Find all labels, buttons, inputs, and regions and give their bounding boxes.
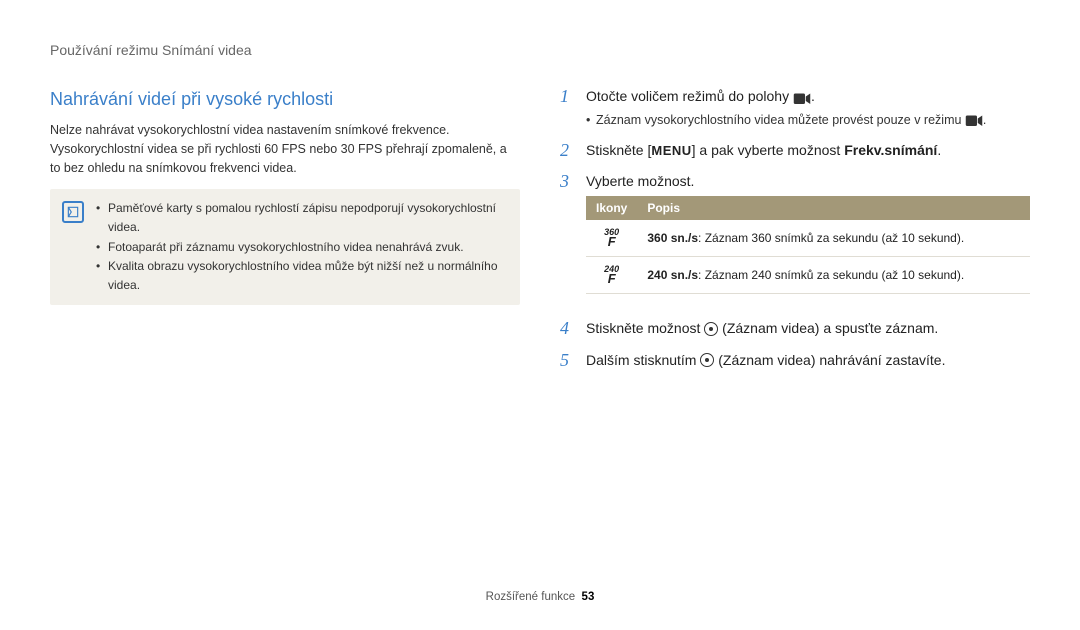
step-text: ] a pak vyberte možnost — [692, 142, 845, 158]
info-list: Paměťové karty s pomalou rychlostí zápis… — [96, 199, 508, 295]
table-cell-desc: 240 sn./s: Záznam 240 snímků za sekundu … — [637, 257, 1030, 294]
section-title: Nahrávání videí při vysoké rychlosti — [50, 86, 520, 113]
note-icon — [62, 201, 84, 223]
table-header-desc: Popis — [637, 196, 1030, 220]
info-item: Paměťové karty s pomalou rychlostí zápis… — [96, 199, 508, 237]
table-cell-desc: 360 sn./s: Záznam 360 snímků za sekundu … — [637, 220, 1030, 257]
step-sub-text: . — [983, 113, 986, 127]
left-column: Nahrávání videí při vysoké rychlosti Nel… — [50, 86, 520, 382]
table-row: 360 F 360 sn./s: Záznam 360 snímků za se… — [586, 220, 1030, 257]
video-mode-icon — [793, 90, 811, 104]
step-number: 1 — [560, 86, 576, 108]
footer-page-number: 53 — [582, 591, 595, 603]
step-body: Stiskněte možnost (Záznam videa) a spusť… — [586, 318, 1030, 339]
fps-icon-360: 360 F — [586, 220, 637, 257]
record-button-icon — [704, 322, 718, 336]
table-row: 240 F 240 sn./s: Záznam 240 snímků za se… — [586, 257, 1030, 294]
step-text: Otočte voličem režimů do polohy — [586, 88, 793, 104]
page-header: Používání režimu Snímání videa — [50, 40, 1030, 61]
step-text: Vyberte možnost. — [586, 173, 694, 189]
info-item: Fotoaparát při záznamu vysokorychlostníh… — [96, 238, 508, 257]
step-number: 4 — [560, 318, 576, 340]
intro-paragraph: Nelze nahrávat vysokorychlostní videa na… — [50, 121, 520, 177]
step-4: 4 Stiskněte možnost (Záznam videa) a spu… — [560, 318, 1030, 340]
info-item: Kvalita obrazu vysokorychlostního videa … — [96, 257, 508, 295]
step-sub-text: Záznam vysokorychlostního videa můžete p… — [596, 113, 965, 127]
step-text: . — [811, 88, 815, 104]
step-text: (Záznam videa) nahrávání zastavíte. — [718, 352, 945, 368]
two-column-layout: Nahrávání videí při vysoké rychlosti Nel… — [50, 86, 1030, 382]
step-text: Dalším stisknutím — [586, 352, 700, 368]
step-3: 3 Vyberte možnost. Ikony Popis — [560, 171, 1030, 308]
step-text: Stiskněte možnost — [586, 320, 704, 336]
video-mode-icon — [965, 114, 983, 128]
step-2: 2 Stiskněte [MENU] a pak vyberte možnost… — [560, 140, 1030, 162]
steps-list: 1 Otočte voličem režimů do polohy . Zázn… — [560, 86, 1030, 372]
step-sub-bullet: Záznam vysokorychlostního videa můžete p… — [586, 111, 1030, 130]
step-body: Vyberte možnost. Ikony Popis 360 — [586, 171, 1030, 308]
step-body: Otočte voličem režimů do polohy . Záznam… — [586, 86, 1030, 130]
footer-label: Rozšířené funkce — [486, 591, 576, 603]
options-table: Ikony Popis 360 F 360 s — [586, 196, 1030, 294]
table-header-icon: Ikony — [586, 196, 637, 220]
step-5: 5 Dalším stisknutím (Záznam videa) nahrá… — [560, 350, 1030, 372]
fps-icon-240: 240 F — [586, 257, 637, 294]
step-body: Stiskněte [MENU] a pak vyberte možnost F… — [586, 140, 1030, 161]
step-text: Stiskněte [ — [586, 142, 651, 158]
page-footer: Rozšířené funkce 53 — [0, 589, 1080, 606]
right-column: 1 Otočte voličem režimů do polohy . Zázn… — [560, 86, 1030, 382]
step-text: (Záznam videa) a spusťte záznam. — [722, 320, 938, 336]
step-body: Dalším stisknutím (Záznam videa) nahrává… — [586, 350, 1030, 371]
step-number: 3 — [560, 171, 576, 193]
record-button-icon — [700, 353, 714, 367]
info-box: Paměťové karty s pomalou rychlostí zápis… — [50, 189, 520, 305]
step-1: 1 Otočte voličem režimů do polohy . Zázn… — [560, 86, 1030, 130]
step-bold: Frekv.snímání — [844, 142, 937, 158]
step-text: . — [937, 142, 941, 158]
step-number: 5 — [560, 350, 576, 372]
step-number: 2 — [560, 140, 576, 162]
menu-key-label: MENU — [651, 143, 691, 158]
